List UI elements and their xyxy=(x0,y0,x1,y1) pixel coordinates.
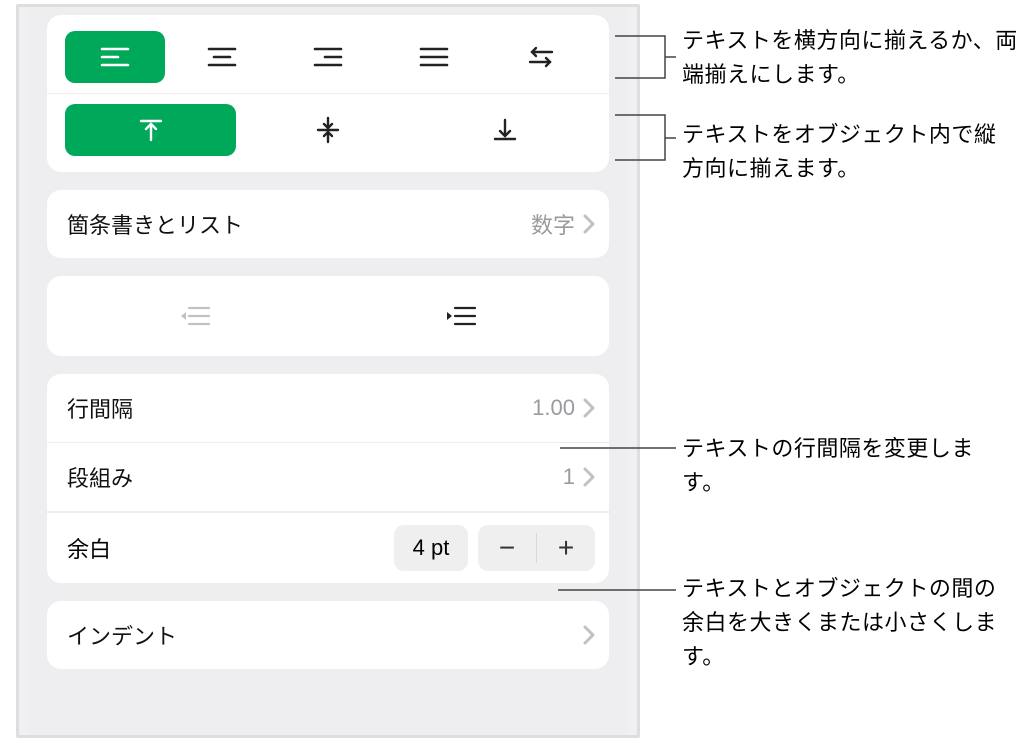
callout-margin: テキストとオブジェクトの間の余白を大きくまたは小さくします。 xyxy=(682,572,1012,674)
callout-h-align: テキストを横方向に揃えるか、両端揃えにします。 xyxy=(682,24,1022,92)
callout-v-align: テキストをオブジェクト内で縦方向に揃えます。 xyxy=(682,118,1002,186)
callout-line-spacing: テキストの行間隔を変更します。 xyxy=(682,432,1002,500)
